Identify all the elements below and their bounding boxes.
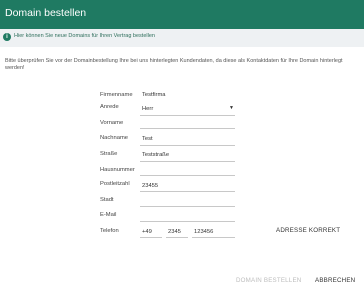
phone-area-input[interactable]: 2345	[168, 229, 181, 235]
phone-country-input[interactable]: +49	[142, 229, 152, 235]
company-label: Firmenname	[100, 92, 133, 98]
city-label: Stadt	[100, 197, 114, 203]
order-domain-button[interactable]: DOMAIN BESTELLEN	[236, 277, 301, 284]
lastname-label: Nachname	[100, 135, 129, 141]
lastname-underline	[140, 145, 235, 146]
info-banner: i Hier können Sie neue Domains für Ihren…	[0, 29, 364, 47]
postcode-label: Postleitzahl	[100, 181, 130, 187]
email-underline	[140, 221, 235, 222]
firstname-underline	[140, 128, 235, 129]
info-icon: i	[3, 33, 11, 41]
street-label: Straße	[100, 151, 118, 157]
phone-area-underline	[166, 237, 188, 238]
warning-text: Bitte überprüfen Sie vor der Domainbeste…	[5, 58, 343, 71]
salutation-underline	[140, 115, 235, 116]
email-label: E-Mail	[100, 212, 117, 218]
phone-number-underline	[192, 237, 235, 238]
company-value: Testfirma	[142, 92, 166, 98]
info-text: Hier können Sie neue Domains für Ihren V…	[14, 33, 155, 39]
firstname-label: Vorname	[100, 120, 124, 126]
phone-label: Telefon	[100, 228, 119, 234]
address-correct-button[interactable]: ADRESSE KORREKT	[276, 227, 340, 234]
housenumber-label: Hausnummer	[100, 167, 135, 173]
housenumber-underline	[140, 175, 235, 176]
phone-country-underline	[140, 237, 162, 238]
street-input[interactable]: Teststraße	[142, 152, 169, 158]
salutation-label: Anrede	[100, 104, 119, 110]
city-underline	[140, 206, 235, 207]
phone-number-input[interactable]: 123456	[194, 229, 213, 235]
domain-order-dialog: Domain bestellen i Hier können Sie neue …	[0, 0, 364, 304]
chevron-down-icon[interactable]: ▼	[229, 105, 234, 111]
postcode-underline	[140, 191, 235, 192]
postcode-input[interactable]: 23455	[142, 183, 158, 189]
lastname-input[interactable]: Test	[142, 136, 153, 142]
dialog-title: Domain bestellen	[5, 7, 87, 19]
salutation-select[interactable]: Herr	[142, 106, 153, 112]
cancel-button[interactable]: ABBRECHEN	[315, 277, 355, 284]
dialog-header: Domain bestellen	[0, 0, 364, 29]
street-underline	[140, 161, 235, 162]
